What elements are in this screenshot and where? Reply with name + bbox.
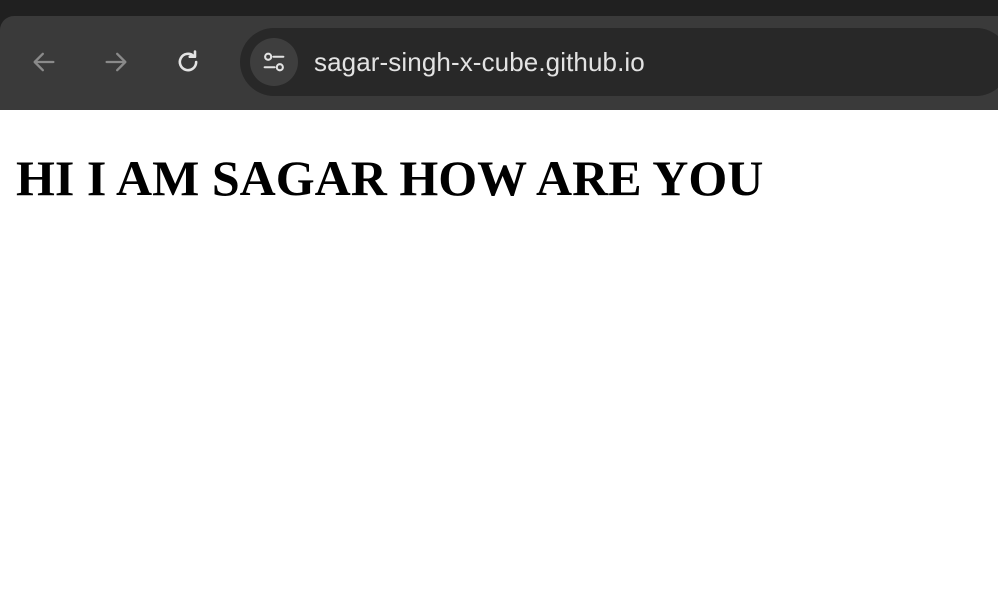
address-bar[interactable]: sagar-singh-x-cube.github.io: [240, 28, 998, 96]
page-heading: HI I AM SAGAR HOW ARE YOU: [16, 150, 764, 206]
tune-icon: [263, 52, 285, 72]
reload-button[interactable]: [168, 42, 208, 82]
arrow-right-icon: [105, 52, 127, 72]
browser-toolbar: sagar-singh-x-cube.github.io: [0, 16, 998, 110]
reload-icon: [178, 50, 198, 72]
url-text[interactable]: sagar-singh-x-cube.github.io: [314, 47, 645, 78]
back-button[interactable]: [24, 42, 64, 82]
page-content: HI I AM SAGAR HOW ARE YOU: [0, 110, 998, 590]
site-info-button[interactable]: [250, 38, 298, 86]
browser-chrome: sagar-singh-x-cube.github.io: [0, 0, 998, 110]
arrow-left-icon: [33, 52, 55, 72]
forward-button[interactable]: [96, 42, 136, 82]
